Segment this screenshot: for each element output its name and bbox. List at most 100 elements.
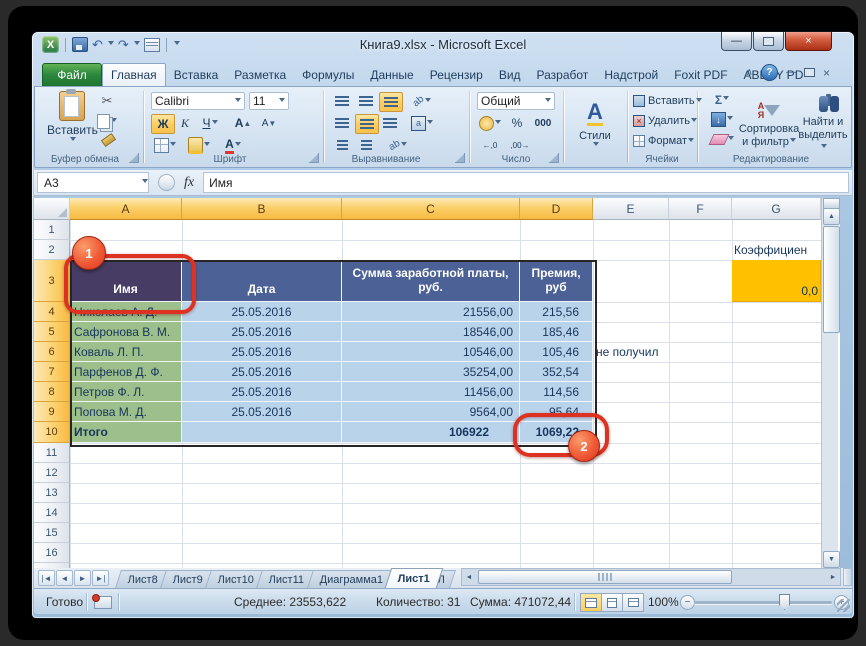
resize-grip[interactable] [837, 599, 850, 612]
table-cell[interactable]: 215,56 [520, 302, 593, 322]
scroll-left-icon[interactable]: ◄ [462, 570, 476, 584]
paste-button[interactable]: Вставить [47, 91, 98, 144]
row-header[interactable]: 12 [34, 463, 70, 483]
row-header[interactable]: 7 [34, 362, 70, 382]
page-layout-view-button[interactable] [601, 593, 623, 612]
row-header[interactable]: 13 [34, 483, 70, 503]
format-painter-button[interactable] [97, 132, 117, 150]
formula-options-icon[interactable] [158, 174, 175, 191]
row-header[interactable]: 1 [34, 220, 70, 240]
underline-button[interactable]: Ч [197, 114, 223, 132]
table-cell[interactable]: 114,56 [520, 382, 593, 402]
table-cell[interactable]: 25.05.2016 [182, 302, 342, 322]
delete-cells-button[interactable]: ×Удалить [633, 113, 697, 129]
horizontal-scroll-thumb[interactable] [478, 570, 732, 584]
cell-b10[interactable] [182, 422, 342, 443]
undo-dropdown-icon[interactable] [108, 41, 114, 48]
cell-c3-sum-header[interactable]: Сумма заработной платы, руб. [342, 260, 520, 302]
horizontal-scrollbar[interactable]: ◄ ► [461, 568, 841, 586]
sort-filter-button[interactable]: АЯ Сортировка и фильтр [741, 93, 797, 157]
book-close-icon[interactable]: × [823, 66, 830, 80]
zoom-out-icon[interactable]: − [680, 595, 695, 610]
cell-g2[interactable]: Коэффициен [734, 240, 834, 260]
name-box[interactable]: A3 [37, 172, 149, 193]
zoom-slider-track[interactable] [694, 601, 832, 604]
table-cell[interactable]: Сафронова В. М. [70, 322, 182, 342]
font-color-button[interactable]: А [219, 136, 247, 154]
number-format-combo[interactable]: Общий [477, 92, 555, 110]
fx-icon[interactable]: fx [184, 175, 194, 191]
clipboard-dialog-launcher[interactable] [129, 153, 139, 163]
page-break-view-button[interactable] [622, 593, 644, 612]
row-header[interactable]: 11 [34, 443, 70, 463]
table-cell[interactable]: 25.05.2016 [182, 402, 342, 422]
macro-record-icon[interactable] [94, 596, 112, 609]
row-header[interactable]: 2 [34, 240, 70, 260]
scroll-up-icon[interactable]: ▲ [823, 208, 840, 225]
restore-button[interactable] [753, 32, 784, 51]
table-cell[interactable]: Попова М. Д. [70, 402, 182, 422]
clear-button[interactable] [707, 131, 737, 148]
next-sheet-icon[interactable]: ► [74, 570, 91, 586]
align-center-button[interactable] [355, 114, 379, 134]
styles-button[interactable]: А Стили [569, 93, 621, 157]
align-bottom-button[interactable] [379, 92, 403, 112]
percent-button[interactable]: % [507, 114, 527, 132]
tab-formulas[interactable]: Формулы [294, 64, 362, 86]
decrease-indent-button[interactable] [331, 136, 353, 154]
insert-cells-button[interactable]: Вставить [633, 93, 702, 109]
select-all-corner[interactable] [34, 198, 70, 220]
increase-decimal-button[interactable]: ←,0 [477, 136, 503, 154]
table-cell[interactable]: 25.05.2016 [182, 322, 342, 342]
comma-style-button[interactable]: 000 [529, 114, 557, 132]
column-header-a[interactable]: A [70, 198, 182, 220]
table-cell[interactable]: 10546,00 [342, 342, 520, 362]
book-minimize-icon[interactable]: — [786, 67, 796, 78]
redo-icon[interactable]: ↷ [118, 38, 129, 51]
align-right-button[interactable] [379, 114, 401, 132]
table-cell[interactable]: 25.05.2016 [182, 382, 342, 402]
column-header-b[interactable]: B [182, 198, 342, 220]
table-cell[interactable]: Парфенов Д. Ф. [70, 362, 182, 382]
customize-qat-icon[interactable] [174, 41, 180, 48]
table-cell[interactable]: Коваль Л. П. [70, 342, 182, 362]
row-header[interactable]: 14 [34, 503, 70, 523]
font-name-combo[interactable]: Calibri [151, 92, 245, 110]
formula-input[interactable]: Имя [203, 172, 849, 193]
font-size-combo[interactable]: 11 [249, 92, 289, 110]
scroll-right-icon[interactable]: ► [826, 570, 840, 584]
tab-insert[interactable]: Вставка [166, 64, 227, 86]
orientation-button[interactable]: ab [409, 92, 435, 110]
row-header[interactable]: 9 [34, 402, 70, 422]
autosum-button[interactable]: Σ [707, 91, 737, 108]
row-header[interactable]: 6 [34, 342, 70, 362]
align-top-button[interactable] [331, 92, 353, 110]
fill-button[interactable]: ↓ [707, 111, 737, 128]
bold-button[interactable]: Ж [151, 114, 175, 134]
tab-addins[interactable]: Надстрой [596, 64, 666, 86]
save-icon[interactable] [72, 37, 88, 52]
quick-table-icon[interactable] [144, 38, 160, 52]
cell-c10-total-sum[interactable]: 106922 [342, 422, 520, 443]
column-header-g[interactable]: G [732, 198, 821, 220]
align-middle-button[interactable] [355, 92, 377, 110]
vertical-scroll-thumb[interactable] [823, 226, 840, 333]
row-header[interactable]: 15 [34, 523, 70, 543]
tab-home[interactable]: Главная [102, 63, 166, 86]
table-cell[interactable]: 35254,00 [342, 362, 520, 382]
prev-sheet-icon[interactable]: ◄ [56, 570, 73, 586]
merge-center-button[interactable]: a [409, 114, 435, 132]
tab-review[interactable]: Рецензир [422, 64, 491, 86]
normal-view-button[interactable] [580, 593, 602, 612]
shrink-font-button[interactable]: A▼ [257, 114, 281, 132]
table-cell[interactable]: 11456,00 [342, 382, 520, 402]
help-icon[interactable]: ? [761, 64, 778, 81]
tab-view[interactable]: Вид [491, 64, 529, 86]
cell-g3[interactable]: 0,0 [732, 260, 821, 302]
column-header-d[interactable]: D [520, 198, 593, 220]
last-sheet-icon[interactable]: ►| [92, 570, 109, 586]
increase-indent-button[interactable] [355, 136, 377, 154]
borders-button[interactable] [151, 136, 179, 154]
row-header[interactable]: 10 [34, 422, 70, 443]
table-cell[interactable]: 21556,00 [342, 302, 520, 322]
